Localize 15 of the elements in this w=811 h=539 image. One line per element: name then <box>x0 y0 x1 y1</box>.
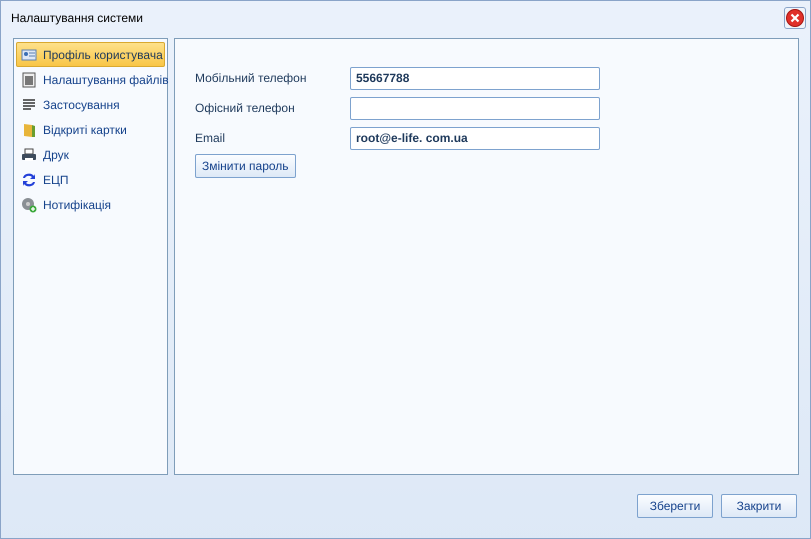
sidebar-item[interactable]: Друк <box>16 142 165 167</box>
sidebar-item[interactable]: Нотифікація <box>16 192 165 217</box>
dialog-button[interactable]: Зберегти <box>637 494 713 518</box>
input-field[interactable]: 55667788 <box>350 66 600 90</box>
sidebar-item[interactable]: ЕЦП <box>16 167 165 192</box>
field-label: Мобільний телефон <box>195 70 308 87</box>
field-label: Офісний телефон <box>195 100 296 117</box>
input-field[interactable]: root@e-life. com.ua <box>350 126 600 150</box>
dialog-button[interactable]: Закрити <box>721 494 797 518</box>
change-password-button[interactable]: Змінити пароль <box>195 154 296 178</box>
field-label: Email <box>195 130 226 147</box>
sidebar-item[interactable]: Профіль користувача <box>16 42 165 67</box>
sidebar-item[interactable]: Застосування <box>16 92 165 117</box>
sidebar-item[interactable]: Відкриті картки <box>16 117 165 142</box>
window-title: Налаштування системи <box>11 10 143 27</box>
